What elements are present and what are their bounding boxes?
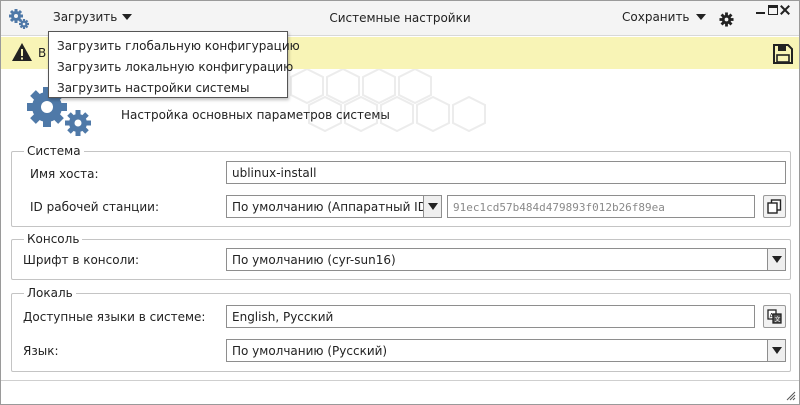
copy-button[interactable] [763, 195, 786, 218]
warning-text: В [38, 46, 47, 60]
available-languages-label: Доступные языки в системе: [23, 310, 206, 324]
machine-id-select-value: По умолчанию (Аппаратный ID) [232, 200, 432, 214]
machine-id-field: 91ec1cd57b484d479893f012b26f89ea [447, 195, 755, 218]
console-font-select-value: По умолчанию (cyr-sun16) [232, 253, 396, 267]
page-title: Настройка основных параметров системы [121, 108, 390, 122]
hexagon-pattern [290, 69, 486, 133]
settings-window: Загрузить Системные настройки Сохранить … [0, 0, 800, 405]
minimize-icon[interactable] [756, 5, 766, 15]
save-menu-label: Сохранить [622, 10, 690, 24]
status-bar [1, 380, 799, 404]
close-icon[interactable] [780, 5, 790, 15]
copy-icon [767, 199, 782, 214]
chevron-down-icon [695, 14, 706, 20]
chevron-down-icon[interactable] [767, 249, 785, 270]
languages-button[interactable]: A 文 [763, 305, 786, 328]
gear-icon[interactable] [719, 12, 734, 27]
save-menu-button[interactable]: Сохранить [622, 10, 706, 24]
language-select-value: По умолчанию (Русский) [232, 344, 388, 358]
console-group-legend: Консоль [27, 232, 80, 246]
machine-id-select[interactable]: По умолчанию (Аппаратный ID) [226, 195, 442, 218]
console-font-select[interactable]: По умолчанию (cyr-sun16) [226, 248, 786, 271]
warning-icon [12, 43, 32, 61]
floppy-disk-icon[interactable] [773, 44, 793, 64]
language-select[interactable]: По умолчанию (Русский) [226, 339, 786, 362]
menu-item-load-system[interactable]: Загрузить настройки системы [49, 78, 287, 99]
resize-grip-icon[interactable] [786, 391, 796, 401]
hostname-input[interactable]: ublinux-install [226, 161, 786, 184]
svg-text:文: 文 [775, 316, 781, 324]
chevron-down-icon[interactable] [423, 196, 441, 217]
machine-id-label: ID рабочей станции: [30, 200, 159, 214]
system-group-legend: Система [27, 144, 81, 158]
language-label: Язык: [23, 344, 59, 358]
console-font-label: Шрифт в консоли: [23, 253, 140, 267]
translate-icon: A 文 [767, 309, 782, 324]
available-languages-input[interactable]: English, Русский [226, 305, 755, 328]
chevron-down-icon[interactable] [767, 340, 785, 361]
locale-group-legend: Локаль [27, 286, 73, 300]
load-dropdown-menu: Загрузить глобальную конфигурацию Загруз… [48, 31, 300, 99]
hostname-label: Имя хоста: [30, 167, 99, 181]
maximize-icon[interactable] [768, 5, 778, 15]
menu-item-load-global[interactable]: Загрузить глобальную конфигурацию [49, 36, 300, 57]
menu-item-load-local[interactable]: Загрузить локальную конфигурацию [49, 57, 293, 78]
